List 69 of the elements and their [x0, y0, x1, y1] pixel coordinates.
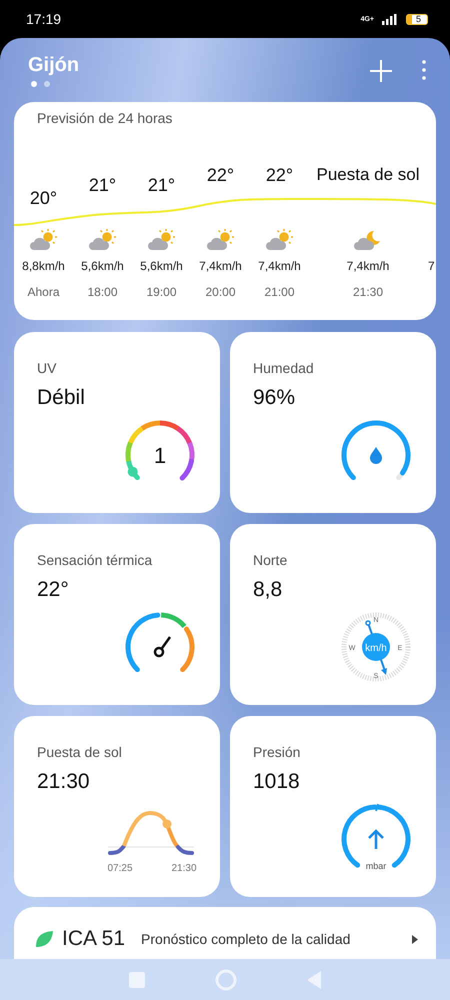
pressure-unit: mbar — [366, 861, 386, 871]
compass-drawing — [342, 612, 410, 682]
cloud-sun-icon — [206, 229, 234, 251]
weather-tile[interactable]: UV Débil 1 — [14, 332, 220, 513]
home-icon[interactable] — [215, 968, 237, 990]
more-icon[interactable] — [422, 60, 426, 80]
uv-gauge — [126, 420, 194, 481]
weather-tile[interactable]: Humedad 96% — [230, 332, 436, 513]
tile-label: Sensación térmica — [37, 552, 154, 568]
back-icon[interactable] — [307, 970, 321, 988]
drop-icon — [370, 447, 382, 464]
wind-unit: km/h — [365, 643, 387, 654]
humidity-gauge — [342, 420, 410, 480]
tile-label: Presión — [253, 744, 302, 760]
weather-tile[interactable]: Presión 1018 mbar — [230, 716, 436, 897]
battery-level: 5 — [406, 14, 428, 24]
hour-temperature: 20° — [30, 188, 58, 208]
cloud-sun-icon — [148, 229, 176, 251]
tile-value: 8,8 — [253, 578, 284, 602]
tile-label: Norte — [253, 552, 288, 568]
tile-label: UV — [37, 360, 58, 376]
weather-tile[interactable]: Sensación térmica 22° — [14, 524, 220, 705]
cloud-moon-icon — [354, 229, 382, 251]
hour-time: 21:30 — [352, 285, 384, 299]
wind-speed: 5,6km/h — [140, 259, 183, 273]
hour-temperature: 21° — [88, 175, 116, 195]
page-dot[interactable] — [31, 81, 37, 87]
uv-index: 1 — [154, 443, 166, 468]
wind-speed: 7,4km/h — [199, 259, 242, 273]
hour-time: 18:00 — [87, 285, 118, 299]
hour-time: 19:00 — [146, 285, 177, 299]
recents-icon[interactable] — [129, 972, 145, 988]
tile-value: 22° — [37, 578, 70, 602]
cloud-sun-icon — [88, 229, 116, 251]
card-title: Previsión de 24 horas — [36, 109, 174, 126]
air-quality-card[interactable]: ICA 51 Pronóstico completo de la calidad — [14, 907, 436, 959]
tile-value: 96% — [253, 386, 296, 410]
air-quality-link: Pronóstico completo de la calidad — [141, 931, 352, 947]
tile-label: Puesta de sol — [37, 744, 123, 760]
hour-time: 20:00 — [205, 285, 236, 299]
wind-speed: 7,4km/h — [346, 259, 390, 273]
signal-icon — [382, 14, 398, 24]
hour-time: Ahora — [27, 285, 60, 299]
wind-speed: 5,6km/h — [81, 259, 124, 273]
add-icon[interactable] — [370, 60, 392, 82]
tile-value: 21:30 — [37, 770, 91, 794]
clock: 17:19 — [26, 11, 62, 27]
wind-speed: 8,8km/h — [22, 259, 65, 273]
pressure-gauge — [342, 804, 410, 868]
weather-tile[interactable]: Puesta de sol 21:30 07:25 21:30 — [14, 716, 220, 897]
tile-value: 1018 — [253, 770, 301, 794]
hour-temperature: 22° — [266, 165, 294, 185]
cloud-sun-icon — [30, 229, 58, 251]
city-name: Gijón — [28, 54, 80, 77]
sunset-time: 21:30 — [171, 863, 197, 874]
wind-speed: 7 — [428, 259, 435, 273]
wind-speed: 7,4km/h — [258, 259, 301, 273]
event-label: Puesta de sol — [316, 165, 420, 185]
page-dot[interactable] — [44, 81, 50, 87]
chevron-right-icon — [412, 934, 418, 944]
cloud-sun-icon — [266, 229, 294, 251]
sunrise-time: 07:25 — [108, 863, 133, 874]
hour-temperature: 21° — [148, 175, 176, 195]
hour-temperature: 22° — [206, 165, 234, 185]
tile-label: Humedad — [253, 360, 315, 376]
tile-value: Débil — [37, 386, 86, 410]
air-quality-index: ICA 51 — [62, 927, 126, 951]
hour-time: 21:00 — [264, 285, 295, 299]
leaf-icon — [34, 930, 54, 948]
